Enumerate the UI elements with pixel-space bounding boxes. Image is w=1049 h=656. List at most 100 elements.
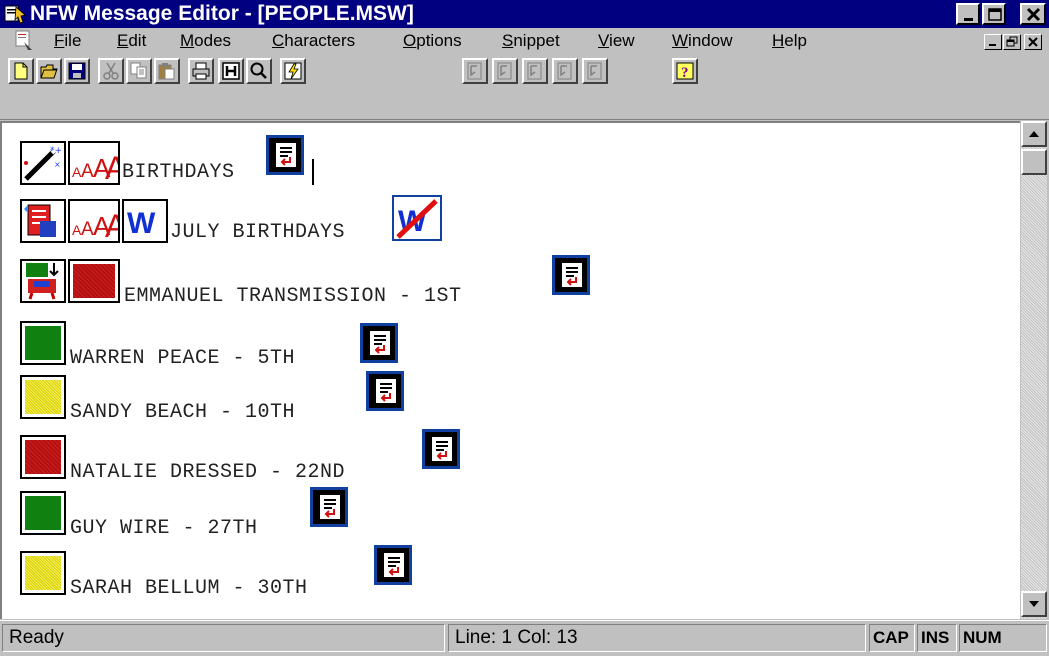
status-message: Ready	[2, 624, 445, 652]
menu-options[interactable]: Options	[403, 31, 462, 51]
scroll-down-button[interactable]	[1021, 591, 1047, 617]
color-swatch[interactable]	[20, 551, 66, 595]
wide-font-off-graphic: W	[396, 199, 438, 239]
wide-font-off-icon[interactable]: W	[392, 195, 442, 241]
title-bar[interactable]: NFW Message Editor - [PEOPLE.MSW]	[0, 0, 1049, 28]
scroll-effect-graphic	[24, 204, 56, 237]
doc-restore-button[interactable]	[1003, 34, 1021, 50]
scroll-thumb[interactable]	[1021, 149, 1047, 175]
magic-wand-icon[interactable]: *+ ×	[20, 141, 66, 185]
line-text: WARREN PEACE - 5TH	[70, 347, 296, 370]
snippet-5-icon	[587, 62, 602, 80]
snippet-5-button[interactable]	[582, 58, 608, 84]
line-text: GUY WIRE - 27TH	[70, 517, 258, 540]
newline-icon[interactable]	[374, 545, 412, 585]
open-icon	[40, 64, 58, 79]
doc-minimize-button[interactable]	[984, 34, 1002, 50]
menu-edit[interactable]: Edit	[117, 31, 146, 51]
menu-edit-mnemonic: E	[117, 31, 129, 50]
save-button[interactable]	[64, 58, 90, 84]
font-size-icon[interactable]: AAAA	[68, 199, 127, 244]
newline-icon[interactable]	[422, 429, 460, 469]
menu-snippet-mnemonic: S	[502, 31, 514, 50]
color-swatch[interactable]	[20, 321, 66, 365]
arrow-down-icon	[1029, 601, 1039, 607]
svg-text:*+: *+	[50, 146, 62, 156]
paste-button[interactable]	[154, 58, 180, 84]
message-document[interactable]: *+ × AAAA BIRTHDAYS AAAA W JULY BIRTHDAYS…	[0, 121, 1020, 619]
cut-button[interactable]	[98, 58, 124, 84]
line-text: JULY BIRTHDAYS	[170, 221, 346, 244]
new-button[interactable]	[8, 58, 34, 84]
open-button[interactable]	[36, 58, 62, 84]
menu-modes-mnemonic: M	[180, 31, 195, 50]
menu-window-label: indow	[688, 31, 733, 50]
arrow-up-icon	[1029, 131, 1039, 137]
snippet-1-button[interactable]	[462, 58, 488, 84]
close-icon	[1026, 7, 1041, 22]
wide-font-graphic: W	[127, 207, 156, 240]
minimize-icon	[964, 18, 973, 21]
copy-icon	[130, 62, 147, 79]
font-size-graphic: AAAA	[72, 150, 127, 186]
print-button[interactable]	[188, 58, 214, 84]
color-swatch[interactable]	[20, 375, 66, 419]
newline-icon[interactable]	[360, 323, 398, 363]
snippet-3-icon	[527, 62, 542, 80]
doc-restore-icon	[1006, 36, 1018, 47]
menu-view[interactable]: View	[598, 31, 635, 51]
wide-font-icon[interactable]: W	[122, 199, 168, 243]
font-size-graphic: AAAA	[72, 208, 127, 244]
color-swatch[interactable]	[20, 491, 66, 535]
svg-text:A: A	[105, 208, 118, 241]
zoom-button[interactable]	[246, 58, 272, 84]
menu-options-mnemonic: O	[403, 31, 417, 50]
menu-snippet[interactable]: Snippet	[502, 31, 560, 51]
font-size-icon[interactable]: AAAA	[68, 141, 127, 186]
text-cursor	[312, 159, 314, 185]
copy-button[interactable]	[126, 58, 152, 84]
newline-icon[interactable]	[266, 135, 304, 175]
newline-icon[interactable]	[310, 487, 348, 527]
drop-effect-icon[interactable]	[20, 259, 66, 303]
scroll-effect-icon[interactable]	[20, 199, 66, 243]
menu-modes-label: odes	[194, 31, 232, 50]
color-swatch[interactable]	[20, 435, 66, 479]
yellow-swatch	[25, 380, 61, 414]
snippet-3-button[interactable]	[522, 58, 548, 84]
scroll-up-button[interactable]	[1021, 121, 1047, 147]
newline-icon[interactable]	[552, 255, 590, 295]
maximize-button[interactable]	[982, 3, 1006, 25]
document-control-icon[interactable]	[14, 30, 36, 52]
line-text: BIRTHDAYS	[122, 161, 235, 184]
menu-window[interactable]: Window	[672, 31, 732, 51]
green-swatch	[25, 326, 61, 360]
app-icon[interactable]	[4, 3, 26, 25]
toolbar: ?	[0, 54, 1049, 120]
yellow-swatch	[25, 556, 61, 590]
menu-file[interactable]: File	[54, 31, 81, 51]
menu-characters[interactable]: Characters	[272, 31, 355, 51]
close-button[interactable]	[1020, 3, 1046, 25]
color-swatch[interactable]	[68, 259, 120, 303]
hold-button[interactable]	[218, 58, 244, 84]
window-title: NFW Message Editor - [PEOPLE.MSW]	[30, 2, 414, 25]
minimize-button[interactable]	[956, 3, 980, 25]
vertical-scrollbar[interactable]	[1021, 121, 1047, 619]
status-bar: Ready Line: 1 Col: 13 CAP INS NUM	[0, 620, 1049, 656]
svg-text:?: ?	[681, 65, 689, 81]
help-button[interactable]: ?	[672, 58, 698, 84]
help-icon: ?	[676, 62, 694, 81]
snippet-4-button[interactable]	[552, 58, 578, 84]
menu-file-label: ile	[64, 31, 82, 50]
doc-close-button[interactable]	[1024, 34, 1042, 50]
snippet-2-button[interactable]	[492, 58, 518, 84]
menu-modes[interactable]: Modes	[180, 31, 231, 51]
menu-help[interactable]: Help	[772, 31, 807, 51]
menu-help-mnemonic: H	[772, 31, 785, 50]
newline-icon[interactable]	[366, 371, 404, 411]
send-button[interactable]	[280, 58, 306, 84]
line-text: NATALIE DRESSED - 22ND	[70, 461, 346, 484]
caps-lock-indicator: CAP	[869, 624, 915, 652]
maximize-icon	[988, 8, 1002, 21]
